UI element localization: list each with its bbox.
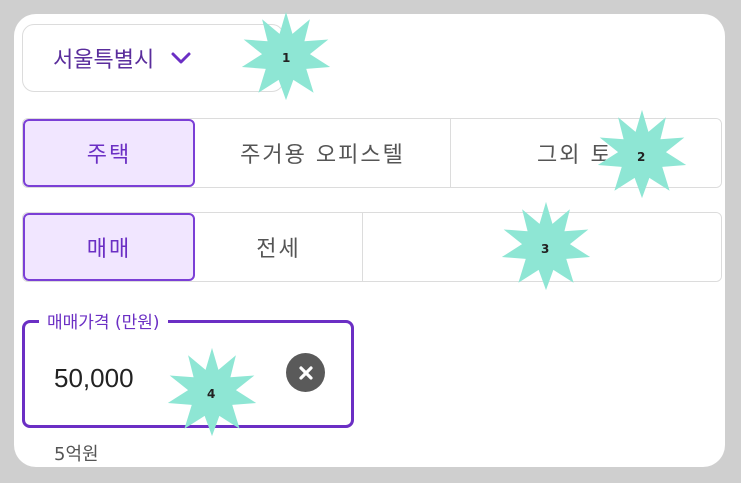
- marker-label-1: 1: [282, 51, 291, 65]
- filter-panel: 서울특별시 주택 주거용 오피스텔 그외 토지 매매 전세 월세 매매가격 (만…: [14, 14, 725, 467]
- price-label: 매매가격 (만원): [39, 308, 168, 333]
- tab-house[interactable]: 주택: [23, 119, 195, 187]
- chevron-down-icon: [170, 51, 192, 65]
- clear-button[interactable]: [286, 353, 325, 392]
- marker-label-2: 2: [637, 150, 646, 164]
- price-hint: 5억원: [54, 444, 99, 465]
- marker-label-3: 3: [541, 242, 550, 256]
- transaction-type-tabs: 매매 전세 월세: [22, 212, 722, 282]
- tab-sale[interactable]: 매매: [23, 213, 195, 281]
- price-value[interactable]: 50,000: [54, 363, 134, 394]
- clear-icon: [298, 365, 313, 380]
- marker-label-4: 4: [207, 387, 216, 401]
- tab-officetel[interactable]: 주거용 오피스텔: [195, 119, 451, 187]
- region-label: 서울특별시: [53, 48, 155, 73]
- tab-jeonse[interactable]: 전세: [195, 213, 363, 281]
